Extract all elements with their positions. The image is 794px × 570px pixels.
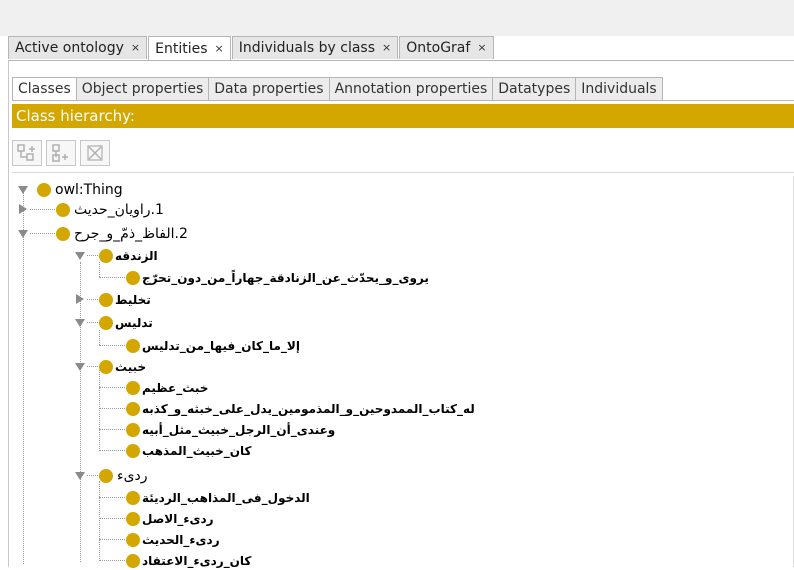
class-icon bbox=[126, 532, 140, 547]
collapse-toggle-icon[interactable] bbox=[75, 363, 85, 371]
tree-node-2-4-4[interactable]: كان_خبيث_المذهب bbox=[126, 441, 252, 460]
class-icon bbox=[126, 270, 140, 285]
class-icon bbox=[99, 468, 113, 483]
tree-connector bbox=[87, 255, 98, 256]
tree-node-2-5-1[interactable]: الدخول_فى_المذاهب_الرديئة bbox=[126, 488, 310, 507]
close-icon[interactable]: × bbox=[131, 37, 140, 59]
class-tree: owl:Thing 1.راويان_حديث 2.الفاظ_ذمّ_و_جر… bbox=[0, 176, 794, 570]
tab-label: OntoGraf bbox=[406, 40, 471, 56]
entity-tab-strip: Classes Object properties Data propertie… bbox=[12, 77, 663, 101]
window-top-area bbox=[0, 0, 794, 36]
expand-toggle-icon[interactable] bbox=[76, 294, 84, 304]
tree-node-2-3[interactable]: تدليس bbox=[99, 313, 153, 332]
tab-classes[interactable]: Classes bbox=[12, 77, 77, 101]
main-tab-strip: Active ontology × Entities × Individuals… bbox=[8, 36, 495, 61]
tree-connector bbox=[87, 322, 98, 323]
tab-individuals-by-class[interactable]: Individuals by class × bbox=[231, 36, 399, 59]
class-icon bbox=[126, 443, 140, 458]
delete-class-icon bbox=[87, 145, 103, 161]
add-sibling-icon bbox=[52, 144, 68, 162]
tab-entities[interactable]: Entities × bbox=[148, 36, 231, 61]
add-sibling-button[interactable] bbox=[46, 140, 76, 166]
close-icon[interactable]: × bbox=[382, 37, 391, 59]
tree-connector bbox=[99, 277, 125, 278]
tree-connector bbox=[99, 345, 125, 346]
tab-data-properties[interactable]: Data properties bbox=[208, 77, 330, 101]
tree-connector bbox=[99, 450, 125, 451]
tree-node-2-5-3[interactable]: ردىء_الحديث bbox=[126, 530, 220, 549]
collapse-toggle-icon[interactable] bbox=[75, 252, 85, 260]
tree-connector bbox=[99, 408, 125, 409]
close-icon[interactable]: × bbox=[215, 38, 224, 60]
tree-connector bbox=[99, 481, 100, 561]
collapse-toggle-icon[interactable] bbox=[18, 230, 28, 238]
tree-connector bbox=[99, 387, 125, 388]
tree-node-2-5-4[interactable]: كان_ردىء_الاعتقاد bbox=[126, 551, 251, 570]
expand-toggle-icon[interactable] bbox=[19, 204, 27, 214]
tree-connector bbox=[99, 497, 125, 498]
class-icon bbox=[126, 511, 140, 526]
tree-connector bbox=[30, 233, 55, 234]
tree-connector bbox=[87, 299, 98, 300]
tree-connector bbox=[87, 475, 98, 476]
class-icon bbox=[99, 292, 113, 307]
class-icon bbox=[99, 359, 113, 374]
tab-datatypes[interactable]: Datatypes bbox=[492, 77, 577, 101]
tree-node-2-3-1[interactable]: إلا_ما_كان_فيها_من_تدليس bbox=[126, 336, 300, 355]
collapse-toggle-icon[interactable] bbox=[75, 319, 85, 327]
tree-node-1[interactable]: 1.راويان_حديث bbox=[56, 200, 164, 219]
class-icon bbox=[56, 226, 70, 241]
class-icon bbox=[126, 490, 140, 505]
tree-node-2-1[interactable]: الزندقه bbox=[99, 246, 158, 265]
tree-node-2-4[interactable]: خبيث bbox=[99, 357, 146, 376]
tree-node-2-4-2[interactable]: له_كتاب_الممدوحين_و_المذمومين_يدل_على_خب… bbox=[126, 399, 475, 418]
entity-tab-divider bbox=[12, 100, 794, 101]
tree-connector bbox=[99, 429, 125, 430]
class-icon bbox=[126, 422, 140, 437]
tab-label: Individuals by class bbox=[238, 40, 376, 56]
tree-node-2-5-2[interactable]: ردىء_الاصل bbox=[126, 509, 214, 528]
tab-ontograf[interactable]: OntoGraf × bbox=[399, 36, 494, 59]
tree-connector bbox=[80, 262, 81, 562]
class-hierarchy-header: Class hierarchy: bbox=[12, 104, 794, 128]
tree-connector bbox=[99, 560, 125, 561]
class-icon bbox=[56, 202, 70, 217]
add-subclass-button[interactable] bbox=[12, 140, 42, 166]
class-icon bbox=[99, 248, 113, 263]
tree-connector bbox=[99, 330, 100, 345]
tab-active-ontology[interactable]: Active ontology × bbox=[8, 36, 148, 59]
tree-node-owl-thing[interactable]: owl:Thing bbox=[37, 180, 123, 199]
tree-node-2-1-1[interactable]: يروى_و_يحدّث_عن_الزنادقة_جهاراً_من_دون_ت… bbox=[126, 268, 429, 287]
tree-node-2-4-3[interactable]: وعندى_أن_الرجل_خبيث_مثل_أبيه bbox=[126, 420, 335, 439]
tree-node-2-4-1[interactable]: خبث_عظيم bbox=[126, 378, 208, 397]
hierarchy-toolbar bbox=[12, 140, 114, 166]
tree-connector bbox=[99, 518, 125, 519]
class-icon bbox=[126, 401, 140, 416]
class-icon bbox=[126, 380, 140, 395]
tab-label: Active ontology bbox=[15, 40, 124, 56]
class-icon bbox=[99, 315, 113, 330]
tree-node-2[interactable]: 2.الفاظ_ذمّ_و_جرح bbox=[56, 224, 188, 243]
class-icon bbox=[126, 553, 140, 568]
tree-connector bbox=[87, 366, 98, 367]
class-icon bbox=[126, 338, 140, 353]
tab-object-properties[interactable]: Object properties bbox=[75, 77, 210, 101]
collapse-toggle-icon[interactable] bbox=[18, 186, 28, 194]
toolbar-divider bbox=[12, 172, 794, 173]
tab-annotation-properties[interactable]: Annotation properties bbox=[328, 77, 494, 101]
tree-node-2-5[interactable]: ردىء bbox=[99, 466, 148, 485]
tab-label: Entities bbox=[155, 41, 208, 57]
close-icon[interactable]: × bbox=[477, 37, 486, 59]
delete-class-button[interactable] bbox=[80, 140, 110, 166]
collapse-toggle-icon[interactable] bbox=[75, 472, 85, 480]
tree-connector bbox=[23, 234, 24, 564]
class-icon bbox=[37, 182, 51, 197]
tree-connector bbox=[99, 539, 125, 540]
add-subclass-icon bbox=[17, 144, 35, 161]
tree-node-2-2[interactable]: تخليط bbox=[99, 290, 151, 309]
tab-individuals[interactable]: Individuals bbox=[575, 77, 663, 101]
tree-connector bbox=[99, 370, 100, 451]
tree-connector bbox=[30, 209, 55, 210]
